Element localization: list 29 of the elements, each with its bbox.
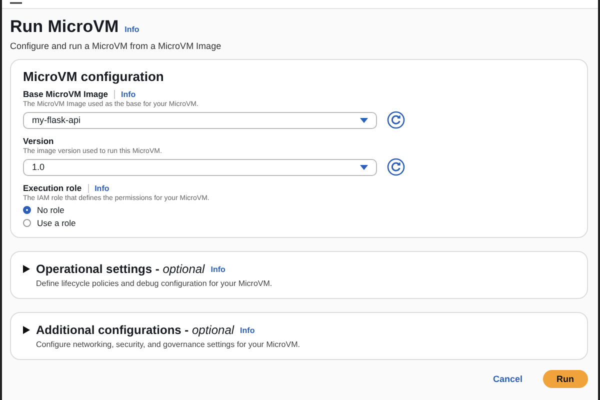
select-field[interactable]: my-flask-api [23, 112, 377, 128]
refresh-icon[interactable] [387, 111, 405, 129]
field-label: Version [23, 136, 54, 146]
radio-label: No role [37, 205, 64, 215]
radio-button[interactable] [23, 219, 31, 227]
radio-button[interactable] [23, 206, 31, 214]
refresh-icon[interactable] [387, 158, 405, 176]
section-title: Operational settings - optional [36, 262, 205, 276]
field-label: Base MicroVM Image [23, 89, 108, 99]
section-title: Additional configurations - optional [36, 323, 234, 337]
page-title: Run MicroVM [10, 17, 119, 37]
info-link[interactable]: Info [240, 326, 255, 334]
page-description: Configure and run a MicroVM from a MicroVM Image [10, 41, 222, 51]
field-label: Execution role [23, 183, 82, 193]
select-field[interactable]: 1.0 [23, 158, 377, 176]
info-link[interactable]: Info [114, 90, 136, 99]
section-description: Configure networking, security, and governance settings for your MicroVM. [36, 340, 301, 349]
radio-label: Use a role [37, 218, 76, 228]
card-title: MicroVM configuration [23, 69, 165, 84]
section-description: Define lifecycle policies and debug configuration for your MicroVM. [36, 279, 274, 288]
expandable-section[interactable]: Operational settings - optional Info Define lifecycle policies and debug configuration for your MicroVM. [10, 251, 588, 299]
cancel-button[interactable]: Cancel [486, 373, 528, 385]
info-link[interactable]: Info [88, 184, 110, 193]
expandable-section[interactable]: Additional configurations - optional Info Configure networking, security, and governance settings for your MicroVM. [10, 312, 588, 360]
info-link[interactable]: Info [124, 25, 140, 34]
run-button[interactable]: Run [542, 370, 588, 388]
caret-icon [360, 118, 368, 122]
info-link[interactable]: Info [210, 264, 226, 274]
caret-icon [360, 164, 368, 170]
